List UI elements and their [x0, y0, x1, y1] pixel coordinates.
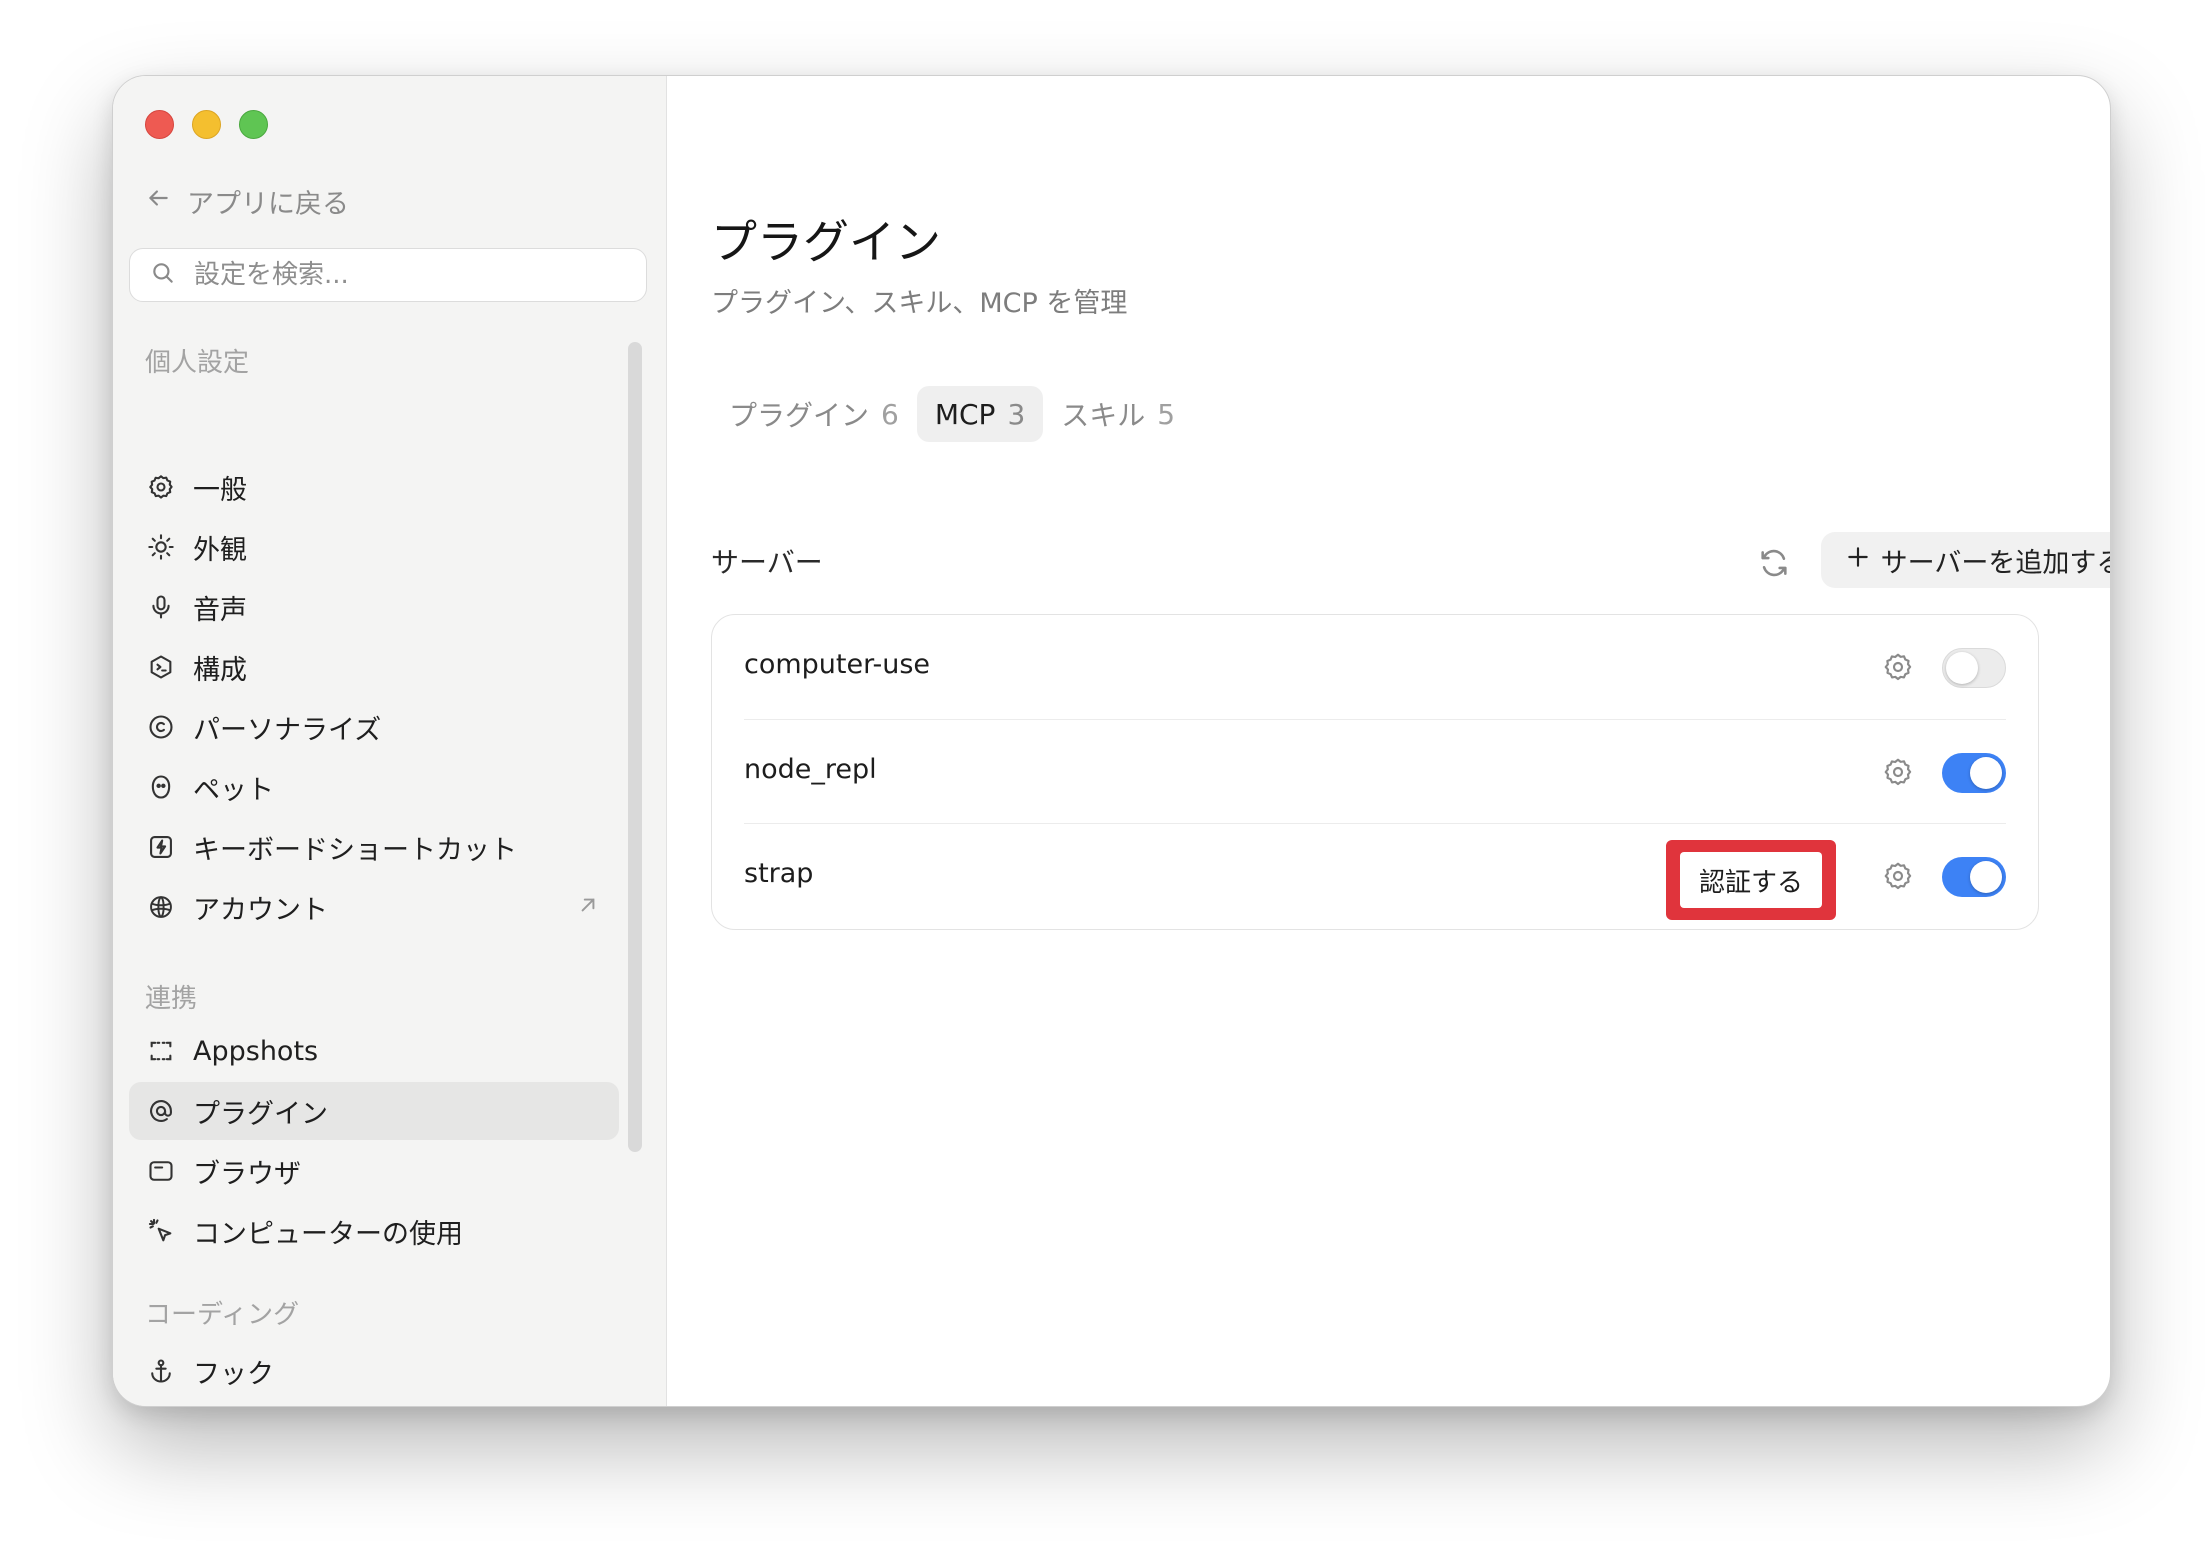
- sidebar-item-label: プラグイン: [193, 1098, 328, 1130]
- sidebar-item-label: ペット: [193, 774, 274, 806]
- sidebar-item-plugins[interactable]: プラグイン: [129, 1082, 619, 1140]
- arrow-up-right-icon: [575, 892, 601, 925]
- minimize-window-button[interactable]: [192, 110, 221, 139]
- refresh-icon[interactable]: [1757, 546, 1791, 580]
- server-name: strap: [744, 858, 814, 889]
- page-title: プラグイン: [711, 215, 941, 269]
- server-toggle[interactable]: [1942, 857, 2006, 897]
- server-row: computer-use: [744, 615, 2006, 719]
- sidebar-item-voice[interactable]: 音声: [129, 578, 619, 636]
- server-list: computer-use node_repl strap 認証する: [711, 614, 2039, 930]
- authenticate-button[interactable]: 認証する: [1680, 852, 1822, 908]
- tab-label: MCP: [934, 397, 996, 431]
- main-content: プラグイン プラグイン、スキル、MCP を管理 プラグイン 6 MCP 3 スキ…: [667, 76, 2110, 1406]
- sidebar-item-pet[interactable]: ペット: [129, 758, 619, 816]
- server-name: node_repl: [744, 754, 877, 785]
- tab-mcp[interactable]: MCP 3: [916, 386, 1044, 442]
- section-label-personal: 個人設定: [145, 348, 250, 378]
- sidebar-item-label: アカウント: [193, 894, 328, 926]
- browser-icon: [145, 1155, 177, 1187]
- gear-icon[interactable]: [1882, 860, 1914, 892]
- sidebar-item-general[interactable]: 一般: [129, 458, 619, 516]
- zoom-window-button[interactable]: [239, 110, 268, 139]
- sidebar-item-appshots[interactable]: Appshots: [129, 1022, 619, 1080]
- section-label-integrations: 連携: [145, 984, 198, 1014]
- back-label: アプリに戻る: [187, 188, 349, 220]
- tab-count: 6: [881, 397, 899, 431]
- gear-icon[interactable]: [1882, 651, 1914, 683]
- section-label-coding: コーディング: [145, 1300, 300, 1330]
- sidebar-item-label: ブラウザ: [193, 1158, 301, 1190]
- close-window-button[interactable]: [145, 110, 174, 139]
- sidebar-item-computer-use[interactable]: コンピューターの使用: [129, 1202, 619, 1260]
- sidebar-item-hooks[interactable]: フック: [129, 1342, 619, 1400]
- tab-skills[interactable]: スキル 5: [1043, 386, 1193, 442]
- toggle-knob: [1946, 652, 1978, 684]
- sidebar-item-label: Appshots: [193, 1035, 319, 1067]
- anchor-icon: [145, 1355, 177, 1387]
- add-server-button[interactable]: サーバーを追加する: [1821, 532, 2111, 588]
- microphone-icon: [145, 591, 177, 623]
- sidebar-scrollbar[interactable]: [628, 342, 642, 1152]
- sun-icon: [145, 531, 177, 563]
- search-icon: [150, 260, 176, 290]
- personalize-icon: [145, 711, 177, 743]
- lightning-icon: [145, 831, 177, 863]
- tab-label: プラグイン: [729, 399, 870, 432]
- sidebar-item-browser[interactable]: ブラウザ: [129, 1142, 619, 1200]
- gear-icon: [145, 471, 177, 503]
- sidebar-item-appearance[interactable]: 外観: [129, 518, 619, 576]
- add-server-label: サーバーを追加する: [1880, 547, 2111, 579]
- plugin-at-icon: [145, 1095, 177, 1127]
- sidebar: アプリに戻る 個人設定 一般 外観 音声: [113, 76, 667, 1406]
- tab-count: 3: [1007, 397, 1026, 431]
- back-to-app-link[interactable]: アプリに戻る: [145, 179, 349, 223]
- server-toggle[interactable]: [1942, 648, 2006, 688]
- toggle-knob: [1970, 757, 2002, 789]
- toggle-knob: [1970, 861, 2002, 893]
- sidebar-item-label: コンピューターの使用: [193, 1218, 463, 1250]
- screenshot-icon: [145, 1035, 177, 1067]
- highlight-box: 認証する: [1666, 840, 1836, 920]
- sidebar-item-label: パーソナライズ: [193, 714, 382, 746]
- tab-label: スキル: [1061, 399, 1146, 432]
- sidebar-item-connections[interactable]: 接続: [129, 1402, 619, 1406]
- servers-heading: サーバー: [711, 546, 823, 579]
- sidebar-item-label: 音声: [193, 594, 247, 626]
- sidebar-item-configuration[interactable]: 構成: [129, 638, 619, 696]
- sidebar-item-label: フック: [193, 1358, 274, 1390]
- server-row: node_repl: [744, 719, 2006, 824]
- sidebar-item-label: 一般: [193, 474, 247, 506]
- server-row: strap 認証する: [744, 823, 2006, 928]
- search-input[interactable]: [192, 259, 626, 291]
- sidebar-item-label: キーボードショートカット: [193, 834, 517, 866]
- server-name: computer-use: [744, 649, 931, 680]
- tab-count: 5: [1157, 397, 1176, 431]
- pet-icon: [145, 771, 177, 803]
- arrow-left-icon: [145, 185, 171, 218]
- sidebar-item-account[interactable]: アカウント: [129, 878, 619, 936]
- terminal-shield-icon: [145, 651, 177, 683]
- page-subtitle: プラグイン、スキル、MCP を管理: [711, 288, 1128, 319]
- server-toggle[interactable]: [1942, 753, 2006, 793]
- openai-icon: [145, 891, 177, 923]
- sidebar-item-keyboard-shortcuts[interactable]: キーボードショートカット: [129, 818, 619, 876]
- sidebar-item-label: 外観: [193, 534, 247, 566]
- plus-icon: [1845, 544, 1871, 577]
- sidebar-item-label: 構成: [193, 654, 247, 686]
- gear-icon[interactable]: [1882, 756, 1914, 788]
- tab-plugins[interactable]: プラグイン 6: [711, 386, 917, 442]
- tab-bar: プラグイン 6 MCP 3 スキル 5: [711, 386, 1193, 442]
- settings-window: アプリに戻る 個人設定 一般 外観 音声: [112, 75, 2111, 1407]
- settings-search[interactable]: [129, 248, 647, 302]
- cursor-click-icon: [145, 1215, 177, 1247]
- sidebar-item-personalize[interactable]: パーソナライズ: [129, 698, 619, 756]
